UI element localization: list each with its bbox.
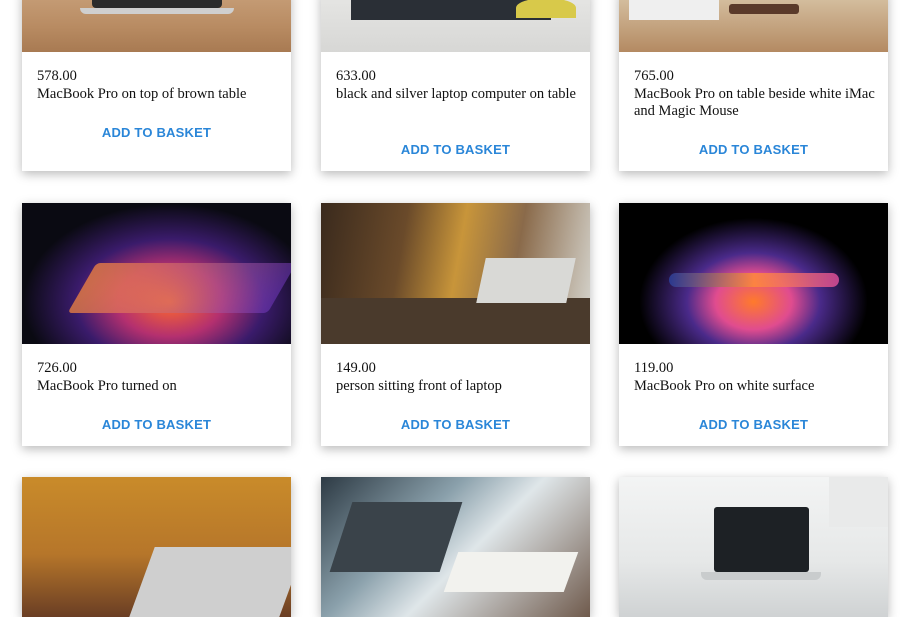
product-price: 765.00 — [634, 68, 674, 84]
laptop-shape — [476, 258, 576, 303]
laptop-glow — [669, 273, 839, 287]
product-card: 633.00 black and silver laptop computer … — [321, 0, 590, 171]
product-price: 726.00 — [37, 360, 77, 376]
product-image[interactable] — [22, 0, 291, 52]
laptop-screen — [714, 507, 809, 572]
laptop-shape — [129, 547, 291, 617]
paper-shape — [443, 552, 579, 592]
add-to-basket-button[interactable]: ADD TO BASKET — [321, 417, 590, 432]
product-price: 119.00 — [634, 360, 674, 376]
laptop-shape — [92, 0, 222, 8]
product-card: 119.00 MacBook Pro on white surface ADD … — [619, 203, 888, 446]
product-image[interactable] — [619, 203, 888, 344]
product-card: 726.00 MacBook Pro turned on ADD TO BASK… — [22, 203, 291, 446]
add-to-basket-button[interactable]: ADD TO BASKET — [22, 125, 291, 140]
product-title: MacBook Pro on top of brown table — [37, 86, 247, 102]
product-price: 633.00 — [336, 68, 376, 84]
add-to-basket-button[interactable]: ADD TO BASKET — [619, 417, 888, 432]
product-image[interactable] — [22, 477, 291, 617]
laptop-shape — [329, 502, 463, 572]
product-price: 578.00 — [37, 68, 77, 84]
product-title: MacBook Pro turned on — [37, 378, 177, 394]
product-image[interactable] — [321, 203, 590, 344]
keyboard-glow — [67, 263, 291, 313]
product-image[interactable] — [321, 477, 590, 617]
product-card: 149.00 person sitting front of laptop AD… — [321, 203, 590, 446]
product-title: black and silver laptop computer on tabl… — [336, 86, 576, 102]
add-to-basket-button[interactable]: ADD TO BASKET — [22, 417, 291, 432]
product-card: 765.00 MacBook Pro on table beside white… — [619, 0, 888, 171]
laptop-base — [80, 8, 234, 14]
product-title: MacBook Pro on white surface — [634, 378, 815, 394]
product-image[interactable] — [321, 0, 590, 52]
lamp-shape — [829, 477, 888, 527]
yellow-cup — [516, 0, 576, 18]
imac-shape — [629, 0, 719, 20]
product-card — [321, 477, 590, 617]
product-price: 149.00 — [336, 360, 376, 376]
product-title: MacBook Pro on table beside white iMac a… — [634, 86, 875, 119]
mouse-pad — [729, 4, 799, 14]
table-edge — [321, 298, 590, 344]
product-image[interactable] — [22, 203, 291, 344]
product-card: 578.00 MacBook Pro on top of brown table… — [22, 0, 291, 171]
add-to-basket-button[interactable]: ADD TO BASKET — [619, 142, 888, 157]
add-to-basket-button[interactable]: ADD TO BASKET — [321, 142, 590, 157]
product-title: person sitting front of laptop — [336, 378, 502, 394]
laptop-base — [701, 572, 821, 580]
product-image[interactable] — [619, 477, 888, 617]
product-card — [619, 477, 888, 617]
product-card — [22, 477, 291, 617]
product-image[interactable] — [619, 0, 888, 52]
